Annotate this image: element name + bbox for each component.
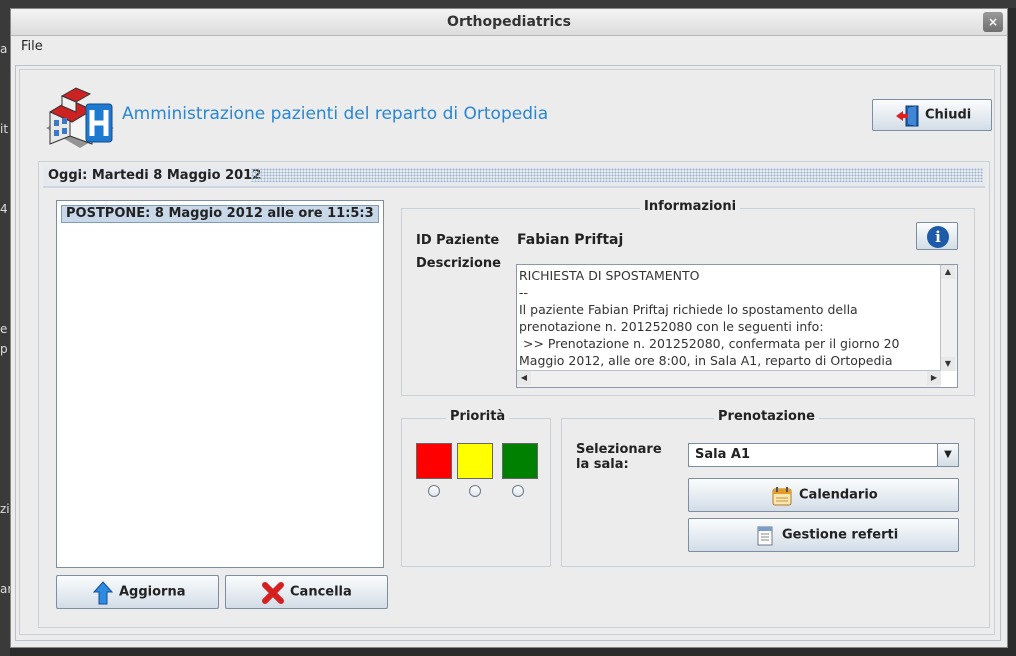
window-close-button[interactable]: × <box>983 12 1003 32</box>
description-label: Descrizione <box>416 256 501 271</box>
priority-red-swatch <box>416 443 452 479</box>
description-horizontal-scrollbar[interactable]: ◀ ▶ <box>517 370 941 387</box>
priority-red-radio[interactable] <box>428 485 440 497</box>
info-button[interactable]: i <box>916 222 958 250</box>
refresh-button[interactable]: Aggiorna <box>56 575 219 609</box>
window-title: Orthopediatrics <box>447 14 571 30</box>
list-item[interactable]: POSTPONE: 8 Maggio 2012 alle ore 11:5:3 <box>61 205 379 223</box>
info-icon: i <box>927 226 949 248</box>
title-bar[interactable]: Orthopediatrics × <box>11 9 1007 36</box>
description-vertical-scrollbar[interactable]: ▲ ▼ <box>940 265 957 371</box>
inner-panel: Amministrazione pazienti del reparto di … <box>19 69 995 635</box>
patient-id-label: ID Paziente <box>416 233 500 248</box>
desktop-glyph: it <box>0 122 9 136</box>
scroll-down-icon[interactable]: ▼ <box>941 357 955 371</box>
scroll-right-icon[interactable]: ▶ <box>927 371 941 385</box>
booking-group-title: Prenotazione <box>714 409 819 424</box>
requests-list[interactable]: POSTPONE: 8 Maggio 2012 alle ore 11:5:3 <box>56 200 384 568</box>
arrow-up-icon <box>93 581 113 605</box>
close-button[interactable]: Chiudi <box>872 99 992 131</box>
scroll-left-icon[interactable]: ◀ <box>517 371 531 385</box>
priority-group-title: Priorità <box>446 409 510 424</box>
desktop-glyph: e <box>0 322 8 336</box>
desktop-glyph: a <box>0 42 8 56</box>
description-textarea[interactable]: RICHIESTA DI SPOSTAMENTO -- Il paziente … <box>516 264 958 388</box>
patient-name: Fabian Priftaj <box>517 232 624 248</box>
calendar-icon <box>772 487 792 506</box>
info-group-title: Informazioni <box>640 199 741 214</box>
scroll-up-icon[interactable]: ▲ <box>941 265 955 279</box>
priority-group: Priorità <box>401 409 551 567</box>
close-button-label: Chiudi <box>925 107 972 123</box>
desktop-glyph: 4 <box>0 202 8 216</box>
date-bar: Oggi: Martedi 8 Maggio 2012 <box>43 166 985 188</box>
priority-yellow-radio[interactable] <box>469 485 481 497</box>
delete-button-label: Cancella <box>290 584 352 600</box>
priority-green-radio[interactable] <box>512 485 524 497</box>
main-panel: Amministrazione pazienti del reparto di … <box>15 65 1001 641</box>
menu-bar: File <box>11 36 1007 58</box>
app-window: Orthopediatrics × File Amministrazione p… <box>10 8 1008 648</box>
reports-button[interactable]: Gestione referti <box>688 518 959 552</box>
calendar-button[interactable]: Calendario <box>688 478 959 512</box>
requests-section: Oggi: Martedi 8 Maggio 2012 POSTPONE: 8 … <box>38 161 990 628</box>
priority-green-swatch <box>502 443 538 479</box>
booking-group: Prenotazione Selezionare la sala: Sala A… <box>561 409 975 567</box>
priority-yellow-swatch <box>457 443 493 479</box>
chevron-down-icon[interactable]: ▼ <box>937 444 958 466</box>
today-date: Oggi: Martedi 8 Maggio 2012 <box>48 168 262 183</box>
desktop-glyph: p <box>0 342 8 356</box>
description-text: RICHIESTA DI SPOSTAMENTO -- Il paziente … <box>519 268 900 368</box>
room-select-value: Sala A1 <box>695 447 750 462</box>
calendar-button-label: Calendario <box>799 487 878 503</box>
desktop-top-strip <box>0 0 1016 8</box>
menu-file[interactable]: File <box>21 39 43 54</box>
document-icon <box>757 526 773 546</box>
hospital-building-icon <box>46 87 114 148</box>
reports-button-label: Gestione referti <box>782 527 899 543</box>
page-title: Amministrazione pazienti del reparto di … <box>122 104 549 124</box>
exit-door-icon <box>896 105 919 127</box>
room-select-label: Selezionare la sala: <box>576 442 662 472</box>
delete-x-icon <box>262 582 284 604</box>
refresh-button-label: Aggiorna <box>119 584 186 600</box>
desktop-glyph: zi <box>0 502 10 516</box>
delete-button[interactable]: Cancella <box>225 575 388 609</box>
date-bar-pattern <box>251 168 983 182</box>
info-group: Informazioni ID Paziente Fabian Priftaj … <box>401 199 975 396</box>
room-select[interactable]: Sala A1 ▼ <box>688 443 959 467</box>
